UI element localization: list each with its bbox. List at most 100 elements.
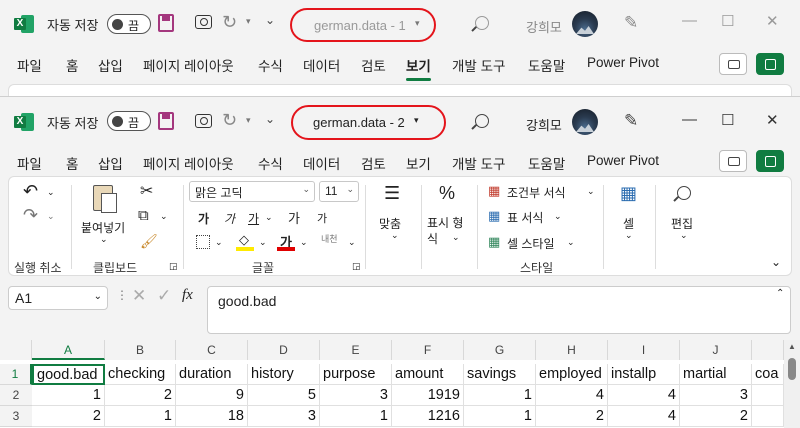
insert-function-button[interactable]: fx: [182, 287, 193, 304]
redo-button-icon[interactable]: ↷: [23, 205, 38, 226]
tab-power-pivot[interactable]: Power Pivot: [587, 153, 659, 168]
cell[interactable]: 18: [176, 406, 248, 427]
tab-view[interactable]: 보기: [406, 153, 431, 173]
redo-icon[interactable]: ↻: [222, 12, 237, 33]
maximize-button[interactable]: ☐: [721, 12, 734, 30]
underline-button[interactable]: 가: [248, 210, 259, 227]
avatar[interactable]: [572, 11, 598, 37]
table-format-button[interactable]: 표 서식: [507, 209, 543, 226]
cell[interactable]: 1: [105, 406, 176, 427]
redo-dropdown-icon[interactable]: ⌄: [47, 211, 55, 222]
column-header[interactable]: C: [176, 340, 248, 360]
copy-icon[interactable]: ⧉: [138, 207, 149, 224]
tab-insert[interactable]: 삽입: [98, 55, 123, 75]
clipboard-launcher-icon[interactable]: ◲: [169, 261, 178, 272]
cell[interactable]: 3: [248, 406, 320, 427]
cancel-icon[interactable]: ✕: [132, 286, 146, 306]
save-icon[interactable]: [158, 112, 174, 130]
font-color-dropdown-icon[interactable]: ⌄: [300, 237, 308, 248]
autosave-toggle[interactable]: 끔: [107, 14, 151, 34]
tab-insert[interactable]: 삽입: [98, 153, 123, 173]
increase-font-button[interactable]: 가: [288, 208, 300, 227]
cell[interactable]: 1: [464, 406, 536, 427]
row-header[interactable]: 1: [0, 364, 32, 385]
phonetic-dropdown-icon[interactable]: ⌄: [348, 237, 356, 248]
tab-power-pivot[interactable]: Power Pivot: [587, 55, 659, 70]
fill-color-icon[interactable]: ◇: [236, 232, 254, 251]
font-name-select[interactable]: 맑은 고딕 ⌄: [189, 181, 315, 202]
cell[interactable]: purpose: [320, 364, 392, 385]
enter-icon[interactable]: ✓: [157, 286, 171, 306]
cell[interactable]: history: [248, 364, 320, 385]
cut-icon[interactable]: ✂: [140, 181, 153, 201]
cell-style-icon[interactable]: ▦: [488, 234, 500, 250]
percent-icon[interactable]: %: [439, 183, 455, 204]
scroll-up-icon[interactable]: ▲: [788, 342, 796, 351]
redo-icon[interactable]: ↻: [222, 110, 237, 131]
paste-icon[interactable]: [91, 183, 119, 215]
vertical-scrollbar[interactable]: ▲: [784, 340, 800, 428]
tab-page-layout[interactable]: 페이지 레이아웃: [143, 55, 234, 75]
font-launcher-icon[interactable]: ◲: [352, 261, 361, 272]
number-format-label[interactable]: 표시 형식: [427, 215, 469, 247]
column-header[interactable]: A: [32, 340, 105, 360]
borders-icon[interactable]: [196, 235, 210, 249]
scrollbar-thumb[interactable]: [788, 358, 796, 380]
autosave-toggle[interactable]: 끔: [107, 111, 151, 131]
tab-help[interactable]: 도움말: [528, 153, 565, 173]
cell[interactable]: 1: [320, 406, 392, 427]
select-all-corner[interactable]: [0, 340, 32, 360]
cell[interactable]: 1: [464, 385, 536, 406]
expand-formula-icon[interactable]: ⌃: [776, 288, 784, 299]
avatar[interactable]: [572, 109, 598, 135]
cell-style-dropdown-icon[interactable]: ⌄: [567, 237, 575, 248]
tab-data[interactable]: 데이터: [303, 153, 340, 173]
conditional-format-icon[interactable]: ▦: [488, 183, 500, 199]
cell[interactable]: savings: [464, 364, 536, 385]
name-box[interactable]: A1 ⌄: [8, 286, 108, 310]
tab-developer[interactable]: 개발 도구: [452, 55, 505, 75]
tab-page-layout[interactable]: 페이지 레이아웃: [143, 153, 234, 173]
column-header[interactable]: D: [248, 340, 320, 360]
tab-formulas[interactable]: 수식: [258, 55, 283, 75]
column-header[interactable]: E: [320, 340, 392, 360]
quick-access-dropdown-icon[interactable]: ⌄: [265, 112, 275, 126]
tab-formulas[interactable]: 수식: [258, 153, 283, 173]
row-header[interactable]: 3: [0, 406, 32, 427]
undo-dropdown-icon[interactable]: ⌄: [47, 187, 55, 198]
tab-file[interactable]: 파일: [17, 153, 42, 173]
cell[interactable]: martial: [680, 364, 752, 385]
comments-button[interactable]: [719, 53, 747, 75]
cell[interactable]: 1216: [392, 406, 464, 427]
designer-icon[interactable]: ✎: [624, 13, 638, 33]
cell[interactable]: 2: [105, 385, 176, 406]
font-color-icon[interactable]: 가: [277, 233, 295, 251]
table-format-dropdown-icon[interactable]: ⌄: [554, 211, 562, 222]
redo-dropdown-icon[interactable]: ▾: [246, 115, 251, 126]
cell[interactable]: duration: [176, 364, 248, 385]
number-dropdown-icon[interactable]: ⌄: [452, 232, 460, 243]
column-header[interactable]: [752, 340, 784, 360]
search-icon[interactable]: [475, 16, 489, 30]
cell[interactable]: 2: [32, 406, 105, 427]
cell[interactable]: 1: [32, 385, 105, 406]
designer-icon[interactable]: ✎: [624, 111, 638, 131]
close-button[interactable]: ✕: [766, 111, 779, 129]
underline-dropdown-icon[interactable]: ⌄: [265, 212, 273, 223]
tab-help[interactable]: 도움말: [528, 55, 565, 75]
tab-review[interactable]: 검토: [361, 153, 386, 173]
bold-button[interactable]: 가: [198, 210, 209, 227]
cell[interactable]: amount: [392, 364, 464, 385]
conditional-format-button[interactable]: 조건부 서식: [507, 184, 566, 201]
cell[interactable]: coa: [752, 364, 784, 385]
cell[interactable]: 2: [680, 406, 752, 427]
column-header[interactable]: H: [536, 340, 608, 360]
tab-view[interactable]: 보기: [406, 55, 431, 81]
find-icon[interactable]: [677, 186, 691, 200]
tab-data[interactable]: 데이터: [303, 55, 340, 75]
cell-style-button[interactable]: 셀 스타일: [507, 235, 555, 252]
maximize-button[interactable]: ☐: [721, 111, 734, 129]
tab-developer[interactable]: 개발 도구: [452, 153, 505, 173]
cell-a1[interactable]: good.bad: [32, 364, 105, 385]
italic-button[interactable]: 가: [224, 210, 235, 227]
